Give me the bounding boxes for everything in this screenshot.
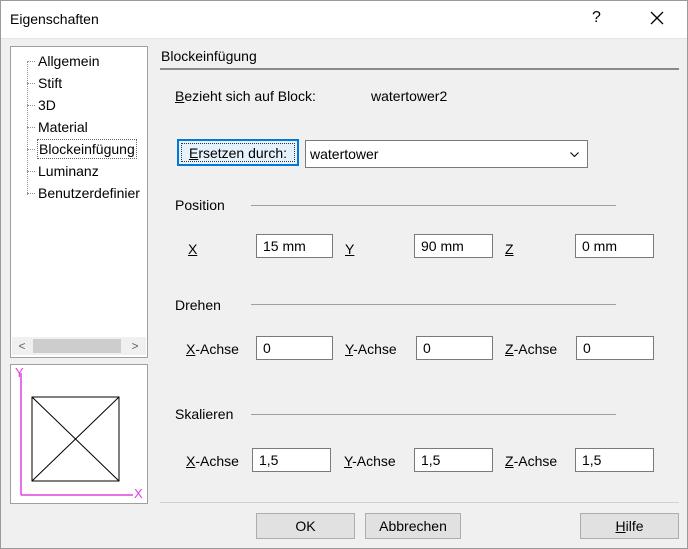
window-title: Eigenschaften <box>10 11 99 27</box>
position-group-title: Position <box>175 197 225 213</box>
scroll-left-icon[interactable]: < <box>14 338 30 354</box>
rotate-z-field[interactable]: 0 <box>576 336 654 360</box>
section-divider <box>160 68 679 70</box>
tree-item-label: Allgemein <box>38 53 100 69</box>
help-button[interactable]: Hilfe <box>580 513 679 539</box>
axis-y-label: Y <box>15 365 24 380</box>
close-icon[interactable] <box>648 9 666 27</box>
title-bar: Eigenschaften ? <box>0 0 688 39</box>
scale-y-label: Y-Achse <box>344 453 396 469</box>
rotate-y-field[interactable]: 0 <box>416 336 493 360</box>
replace-block-value: watertower <box>310 146 379 162</box>
replace-with-button[interactable]: Ersetzen durch: <box>177 139 299 166</box>
cancel-button[interactable]: Abbrechen <box>365 513 461 539</box>
replace-with-label: Ersetzen durch: <box>188 145 288 161</box>
tree-item-label: Stift <box>38 75 63 91</box>
tree-horizontal-scrollbar[interactable]: < > <box>12 337 146 355</box>
refers-to-block-label: Bezieht sich auf Block: <box>175 88 316 104</box>
rotate-y-label: Y-Achse <box>345 341 397 357</box>
scale-divider <box>251 414 616 415</box>
chevron-down-icon <box>570 152 579 158</box>
tree-item-label: Benutzerdefinier <box>38 185 140 201</box>
scale-z-label: Z-Achse <box>505 453 558 469</box>
scale-x-label: X-Achse <box>186 453 239 469</box>
section-title: Blockeinfügung <box>161 48 257 64</box>
rotate-x-label: X-Achse <box>186 341 239 357</box>
ok-button[interactable]: OK <box>256 513 355 539</box>
tree-item-label: Material <box>38 119 88 135</box>
axis-x-label: X <box>134 486 143 501</box>
rotate-z-label: Z-Achse <box>505 341 558 357</box>
scale-group-title: Skalieren <box>175 406 234 422</box>
scale-z-field[interactable]: 1,5 <box>575 448 654 472</box>
footer-divider <box>160 502 679 503</box>
scale-x-field[interactable]: 1,5 <box>252 448 331 472</box>
tree-item-label: Blockeinfügung <box>37 139 137 159</box>
position-divider <box>251 205 616 206</box>
scroll-right-icon[interactable]: > <box>127 338 143 354</box>
help-title-button[interactable]: ? <box>592 9 601 27</box>
preview-drawing <box>20 373 133 496</box>
replace-block-combo[interactable]: watertower <box>305 140 588 168</box>
category-tree[interactable]: Allgemein Stift 3D Material Blockeinfügu… <box>10 46 148 358</box>
scale-y-field[interactable]: 1,5 <box>414 448 493 472</box>
rotate-x-field[interactable]: 0 <box>256 336 333 360</box>
tree-item-label: 3D <box>38 97 56 113</box>
rotate-divider <box>251 304 616 305</box>
block-preview: Y X <box>10 364 148 504</box>
refers-to-block-value: watertower2 <box>371 88 448 104</box>
position-x-label: X <box>188 241 198 257</box>
position-x-field[interactable]: 15 mm <box>256 234 333 258</box>
position-z-field[interactable]: 0 mm <box>575 234 654 258</box>
rotate-group-title: Drehen <box>175 297 221 313</box>
position-y-label: Y <box>345 241 355 257</box>
position-y-field[interactable]: 90 mm <box>414 234 493 258</box>
scrollbar-thumb[interactable] <box>33 339 121 353</box>
tree-line <box>27 61 28 195</box>
position-z-label: Z <box>505 241 514 257</box>
tree-item-label: Luminanz <box>38 163 99 179</box>
